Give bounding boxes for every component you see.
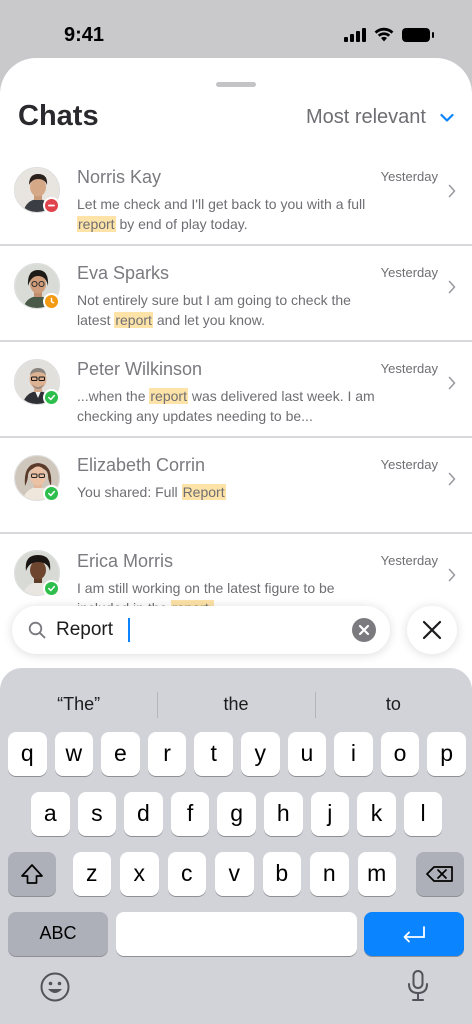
letter-key[interactable]: g <box>217 792 256 836</box>
chat-row[interactable]: Elizabeth Corrin Yesterday You shared: F… <box>0 438 472 534</box>
letter-key[interactable]: h <box>264 792 303 836</box>
search-highlight: Report <box>181 484 226 500</box>
chevron-right-icon <box>448 184 456 198</box>
chevron-right-icon <box>448 376 456 390</box>
clear-search-button[interactable] <box>352 618 376 642</box>
chat-name: Elizabeth Corrin <box>77 455 206 475</box>
return-key[interactable] <box>364 912 464 956</box>
page-title: Chats <box>18 100 99 132</box>
close-icon <box>422 620 442 640</box>
clock-icon <box>50 297 55 304</box>
letter-key[interactable]: t <box>194 732 233 776</box>
wifi-icon <box>374 27 394 42</box>
check-icon <box>48 585 56 592</box>
chat-row[interactable]: Eva Sparks Yesterday Not entirely sure b… <box>0 246 472 342</box>
letter-key[interactable]: w <box>54 732 94 776</box>
sheet-grabber[interactable] <box>216 82 256 87</box>
keyboard: “The” the to qwertyuiopasdfghjklzxcvbnm … <box>0 668 472 1024</box>
emoji-icon[interactable] <box>39 971 71 1003</box>
letter-key[interactable]: m <box>357 852 396 896</box>
return-icon <box>403 926 425 943</box>
letter-key[interactable]: s <box>77 792 117 836</box>
status-time: 9:41 <box>64 24 105 46</box>
suggestion[interactable]: the <box>157 682 314 726</box>
chat-preview: Not entirely sure but I am going to chec… <box>77 292 351 328</box>
chat-name: Peter Wilkinson <box>77 359 203 379</box>
minus-icon <box>48 204 55 207</box>
close-search-button[interactable] <box>407 606 457 654</box>
letter-key[interactable]: y <box>241 732 280 776</box>
chat-time: Yesterday <box>380 553 438 568</box>
abc-key[interactable]: ABC <box>8 912 108 956</box>
text-cursor <box>128 618 130 642</box>
search-icon <box>28 621 46 639</box>
chat-name: Eva Sparks <box>77 263 170 283</box>
busy-status-badge <box>43 197 60 214</box>
status-bar: 9:41 <box>0 0 472 60</box>
search-input-value: Report <box>56 619 114 640</box>
letter-key[interactable]: k <box>357 792 396 836</box>
suggestion[interactable]: to <box>314 682 472 726</box>
shift-key[interactable] <box>8 852 56 896</box>
chat-preview: ...when the report was delivered last we… <box>77 388 375 424</box>
chat-time: Yesterday <box>380 361 438 376</box>
chat-time: Yesterday <box>380 265 438 280</box>
chat-preview: Let me check and I'll get back to you wi… <box>77 196 366 232</box>
shift-icon <box>21 864 43 884</box>
online-status-badge <box>43 389 60 406</box>
sort-dropdown[interactable]: Most relevant <box>306 106 454 129</box>
predictive-bar: “The” the to <box>0 682 472 726</box>
microphone-icon[interactable] <box>405 969 431 1003</box>
search-input[interactable]: Report <box>12 606 390 654</box>
clear-icon <box>358 624 370 636</box>
chat-row[interactable]: Peter Wilkinson Yesterday ...when the re… <box>0 342 472 438</box>
status-icons <box>344 27 434 42</box>
chat-row[interactable]: Norris Kay Yesterday Let me check and I'… <box>0 150 472 246</box>
cellular-signal-icon <box>344 27 366 42</box>
letter-key[interactable]: z <box>72 852 111 896</box>
chevron-right-icon <box>448 280 456 294</box>
letter-key[interactable]: u <box>287 732 327 776</box>
online-status-badge <box>43 580 60 597</box>
chevron-right-icon <box>448 568 456 582</box>
letter-key[interactable]: d <box>124 792 163 836</box>
search-area: Report <box>0 604 472 664</box>
check-icon <box>48 394 56 401</box>
search-highlight: report <box>114 312 153 328</box>
letter-key[interactable]: j <box>310 792 350 836</box>
chevron-right-icon <box>448 472 456 486</box>
chat-list: Norris Kay Yesterday Let me check and I'… <box>0 150 472 630</box>
letter-key[interactable]: o <box>380 732 420 776</box>
letter-key[interactable]: e <box>101 732 140 776</box>
check-icon <box>48 490 56 497</box>
letter-key[interactable]: q <box>8 732 47 776</box>
battery-icon <box>402 27 434 42</box>
letter-key[interactable]: i <box>334 732 373 776</box>
search-highlight: report <box>149 388 188 404</box>
letter-key[interactable]: x <box>120 852 159 896</box>
letter-key[interactable]: p <box>427 732 466 776</box>
suggestion[interactable]: “The” <box>0 682 157 726</box>
chat-time: Yesterday <box>380 169 438 184</box>
search-highlight: report <box>77 216 116 232</box>
letter-key[interactable]: c <box>167 852 206 896</box>
chat-name: Erica Morris <box>77 551 174 571</box>
chat-name: Norris Kay <box>77 167 162 187</box>
letter-key[interactable]: b <box>262 852 301 896</box>
chevron-down-icon <box>440 113 454 122</box>
letter-key[interactable]: n <box>310 852 349 896</box>
backspace-icon <box>426 866 453 882</box>
delete-key[interactable] <box>416 852 464 896</box>
letter-key[interactable]: f <box>170 792 210 836</box>
space-key[interactable] <box>116 912 357 956</box>
letter-key[interactable]: l <box>403 792 443 836</box>
away-status-badge <box>43 293 60 310</box>
chat-preview: You shared: Full Report <box>77 484 226 500</box>
letter-key[interactable]: r <box>147 732 187 776</box>
online-status-badge <box>43 485 60 502</box>
chat-time: Yesterday <box>380 457 438 472</box>
letter-key[interactable]: a <box>31 792 70 836</box>
letter-key[interactable]: v <box>215 852 254 896</box>
sort-label: Most relevant <box>305 106 426 128</box>
